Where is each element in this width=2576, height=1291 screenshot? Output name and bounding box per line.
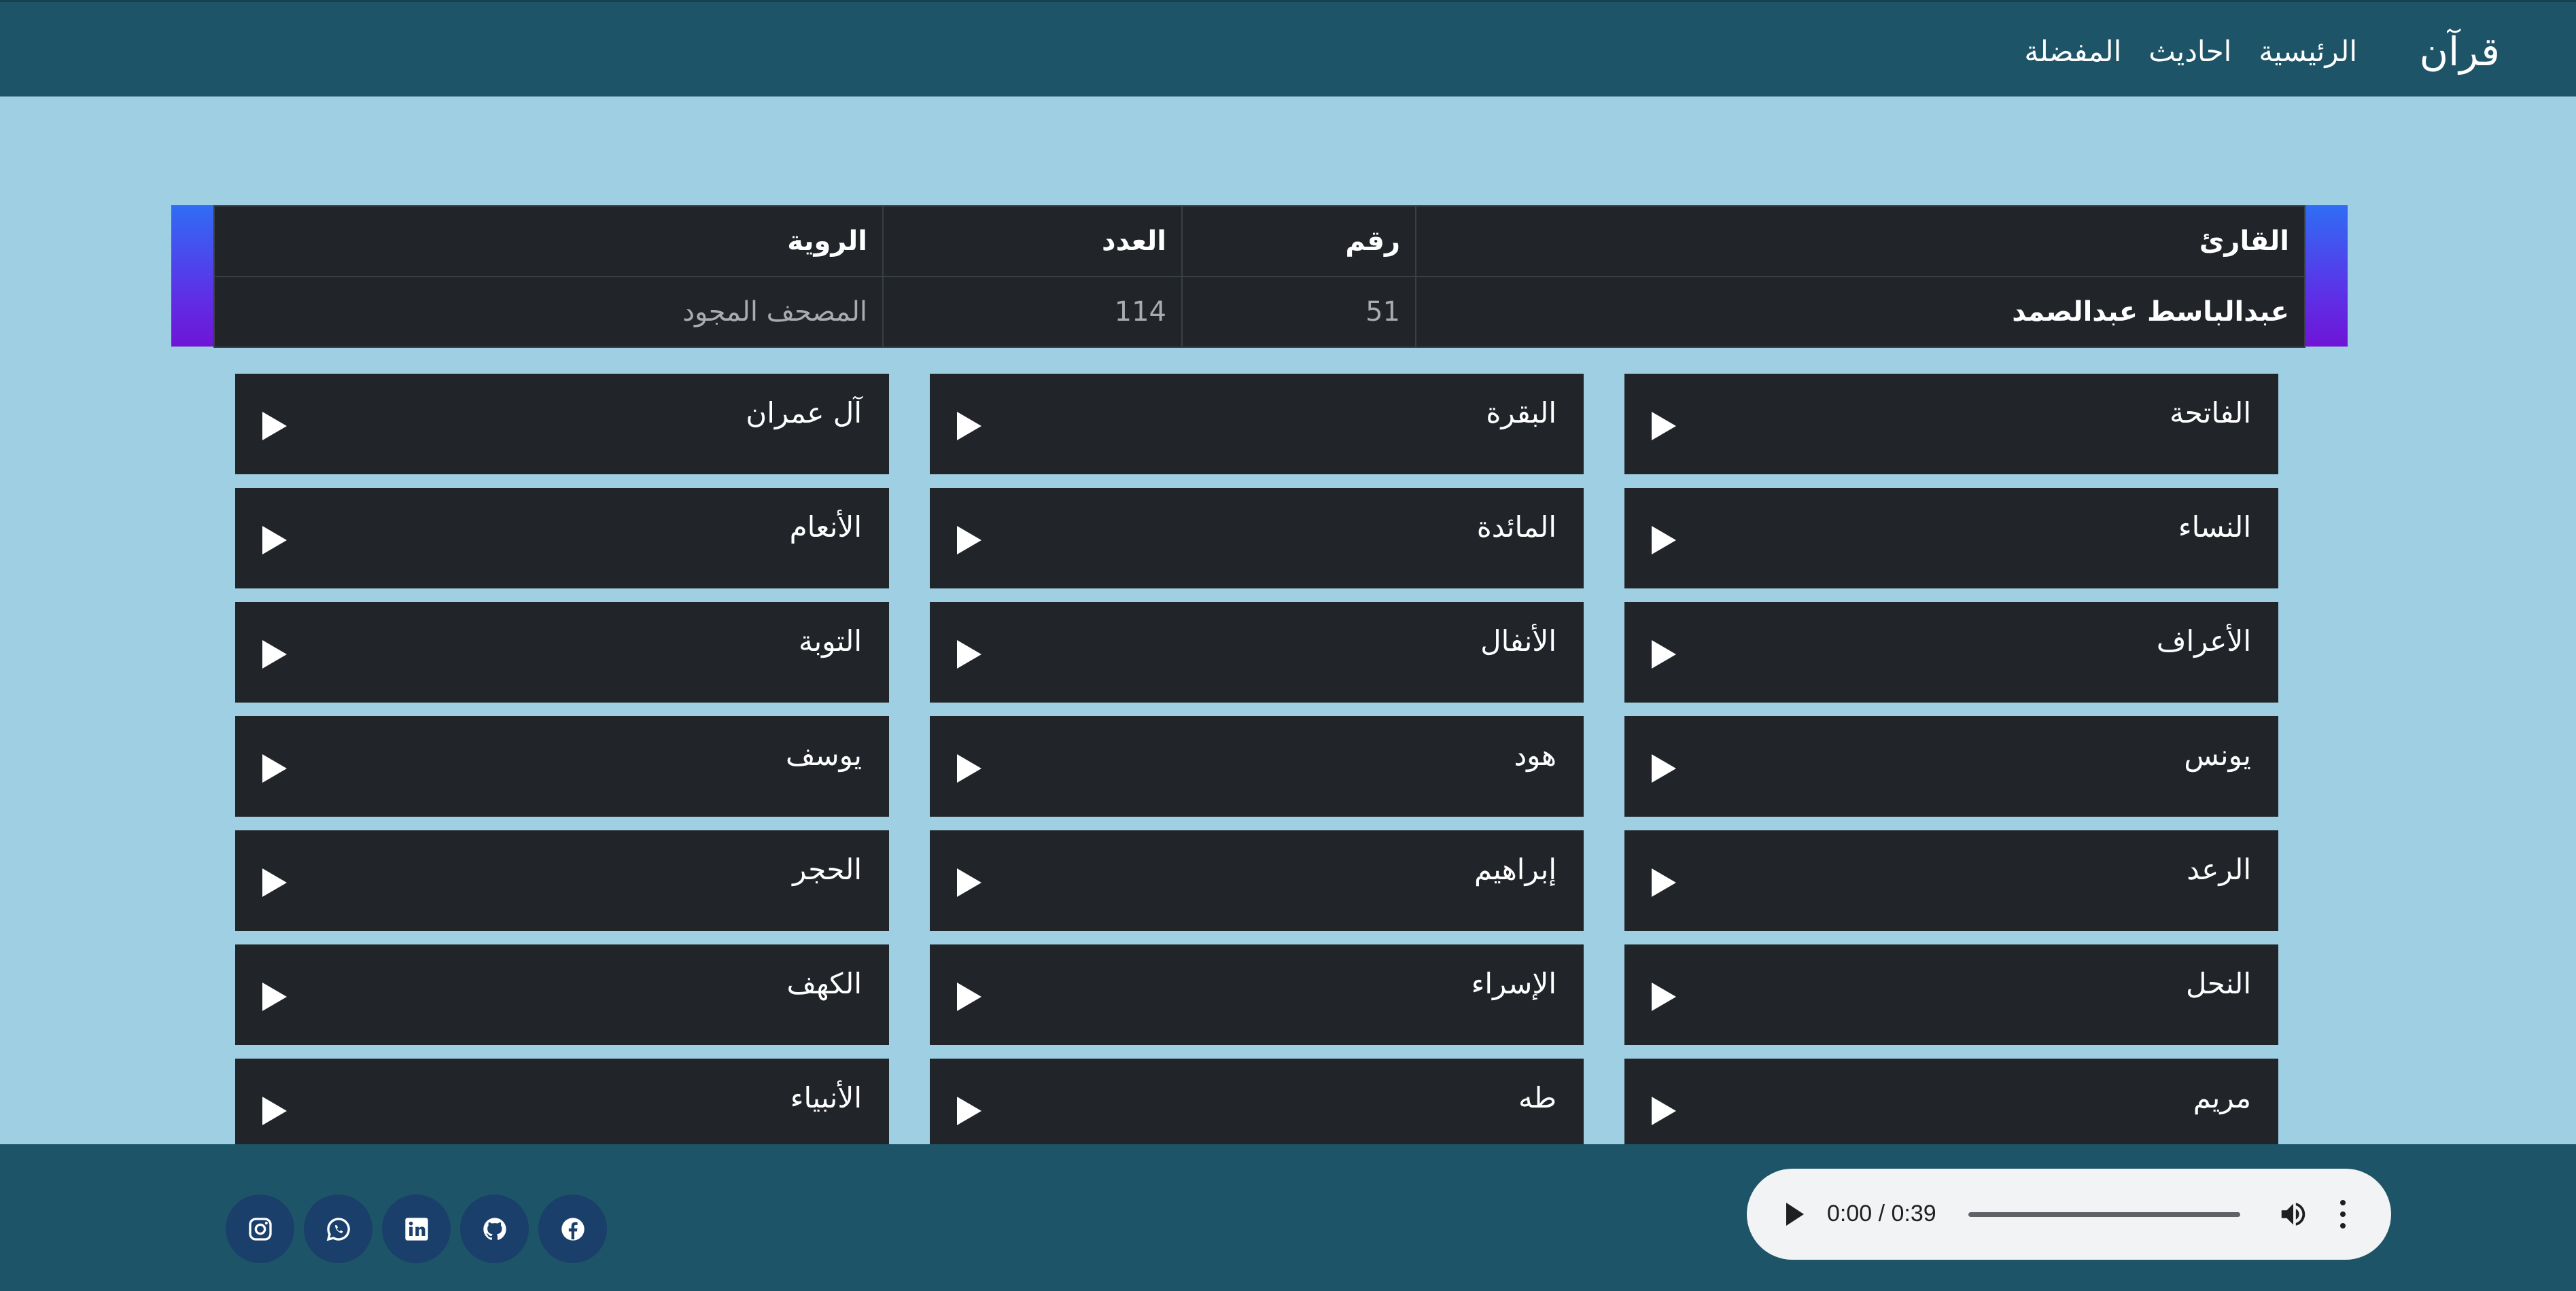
surah-name: الرعد: [2187, 853, 2251, 886]
play-icon[interactable]: [262, 526, 287, 554]
play-icon[interactable]: [957, 754, 981, 783]
surah-card[interactable]: هود: [930, 716, 1584, 817]
play-icon[interactable]: [262, 754, 287, 783]
play-icon[interactable]: [1652, 754, 1676, 783]
surah-name: النساء: [2178, 510, 2251, 544]
play-icon[interactable]: [262, 868, 287, 897]
reader-number: 51: [1181, 276, 1416, 348]
play-icon[interactable]: [262, 412, 287, 440]
play-icon[interactable]: [1652, 526, 1676, 554]
narration-name: المصحف المجود: [213, 276, 884, 348]
surah-card[interactable]: يوسف: [235, 716, 889, 817]
surah-name: إبراهيم: [1474, 853, 1556, 886]
header-number: رقم: [1181, 205, 1416, 277]
surah-card[interactable]: طه: [930, 1059, 1584, 1144]
header-count: العدد: [882, 205, 1183, 277]
surah-card[interactable]: الأنبياء: [235, 1059, 889, 1144]
surah-card[interactable]: الرعد: [1624, 830, 2278, 931]
header-narration: الروية: [213, 205, 884, 277]
surah-card[interactable]: الإسراء: [930, 944, 1584, 1045]
surah-name: الإسراء: [1471, 967, 1556, 1000]
nav-link-favorites[interactable]: المفضلة: [2024, 33, 2121, 71]
surah-count: 114: [882, 276, 1183, 348]
surah-card[interactable]: إبراهيم: [930, 830, 1584, 931]
surah-card[interactable]: الأعراف: [1624, 602, 2278, 703]
linkedin-icon[interactable]: [382, 1195, 451, 1263]
navbar: قرآن الرئيسية احاديث المفضلة: [0, 0, 2576, 96]
surah-name: التوبة: [798, 624, 862, 658]
surah-name: يونس: [2184, 739, 2251, 772]
play-icon[interactable]: [1652, 412, 1676, 440]
surah-card[interactable]: البقرة: [930, 374, 1584, 474]
surah-card[interactable]: الكهف: [235, 944, 889, 1045]
audio-player: 0:00 / 0:39: [1747, 1169, 2391, 1260]
facebook-icon[interactable]: [538, 1195, 607, 1263]
surah-card[interactable]: الحجر: [235, 830, 889, 931]
surah-name: الأعراف: [2156, 624, 2251, 658]
surah-name: النحل: [2185, 967, 2251, 1000]
reader-name: عبدالباسط عبدالصمد: [1415, 276, 2305, 348]
play-icon[interactable]: [1652, 983, 1676, 1011]
instagram-icon[interactable]: [226, 1195, 294, 1263]
play-icon[interactable]: [957, 1097, 981, 1125]
surah-card[interactable]: آل عمران: [235, 374, 889, 474]
surah-name: البقرة: [1486, 396, 1556, 429]
play-icon[interactable]: [957, 868, 981, 897]
play-icon[interactable]: [957, 640, 981, 669]
reader-info-table: القارئ رقم العدد الروية عبدالباسط عبدالص…: [213, 205, 2305, 348]
play-icon[interactable]: [1652, 868, 1676, 897]
player-time: 0:00 / 0:39: [1827, 1201, 1936, 1226]
surah-card[interactable]: يونس: [1624, 716, 2278, 817]
play-icon[interactable]: [1652, 1097, 1676, 1125]
footer: 0:00 / 0:39: [0, 1144, 2576, 1291]
surah-name: المائدة: [1476, 510, 1556, 544]
nav-link-home[interactable]: الرئيسية: [2259, 33, 2357, 71]
play-icon[interactable]: [957, 526, 981, 554]
table-row: عبدالباسط عبدالصمد 51 114 المصحف المجود: [213, 276, 2305, 348]
more-options-icon[interactable]: [2338, 1200, 2348, 1228]
brand-logo[interactable]: قرآن: [2420, 28, 2500, 75]
surah-card[interactable]: الأنفال: [930, 602, 1584, 703]
surah-name: هود: [1514, 739, 1556, 772]
surah-name: مريم: [2193, 1081, 2251, 1114]
surah-card[interactable]: مريم: [1624, 1059, 2278, 1144]
play-icon[interactable]: [262, 1097, 287, 1125]
surah-name: يوسف: [785, 739, 862, 772]
play-icon[interactable]: [262, 983, 287, 1011]
surah-name: الأنفال: [1480, 624, 1556, 658]
surah-name: الكهف: [786, 967, 863, 1000]
table-header-row: القارئ رقم العدد الروية: [213, 205, 2305, 277]
surah-card[interactable]: الأنعام: [235, 488, 889, 588]
reader-info-panel: القارئ رقم العدد الروية عبدالباسط عبدالص…: [171, 205, 2348, 348]
social-links: [226, 1195, 607, 1263]
surah-name: الأنعام: [789, 510, 862, 544]
surah-name: الأنبياء: [790, 1081, 862, 1114]
surah-name: آل عمران: [746, 396, 862, 429]
whatsapp-icon[interactable]: [304, 1195, 372, 1263]
nav-links: الرئيسية احاديث المفضلة: [2024, 33, 2357, 71]
surah-card[interactable]: التوبة: [235, 602, 889, 703]
surah-name: الحجر: [793, 853, 862, 886]
surah-card[interactable]: النساء: [1624, 488, 2278, 588]
surah-name: الفاتحة: [2170, 396, 2251, 429]
header-reader: القارئ: [1415, 205, 2305, 277]
volume-icon[interactable]: [2277, 1199, 2310, 1230]
surah-grid: الفاتحة البقرة آل عمران النساء المائدة الأنعا…: [0, 0, 2576, 1144]
play-icon[interactable]: [262, 640, 287, 669]
seek-bar[interactable]: [1968, 1212, 2240, 1217]
github-icon[interactable]: [460, 1195, 529, 1263]
nav-link-hadith[interactable]: احاديث: [2148, 33, 2231, 71]
surah-name: طه: [1518, 1081, 1556, 1114]
play-icon[interactable]: [1786, 1203, 1804, 1226]
surah-card[interactable]: المائدة: [930, 488, 1584, 588]
surah-card[interactable]: الفاتحة: [1624, 374, 2278, 474]
play-icon[interactable]: [957, 983, 981, 1011]
surah-card[interactable]: النحل: [1624, 944, 2278, 1045]
play-icon[interactable]: [957, 412, 981, 440]
play-icon[interactable]: [1652, 640, 1676, 669]
